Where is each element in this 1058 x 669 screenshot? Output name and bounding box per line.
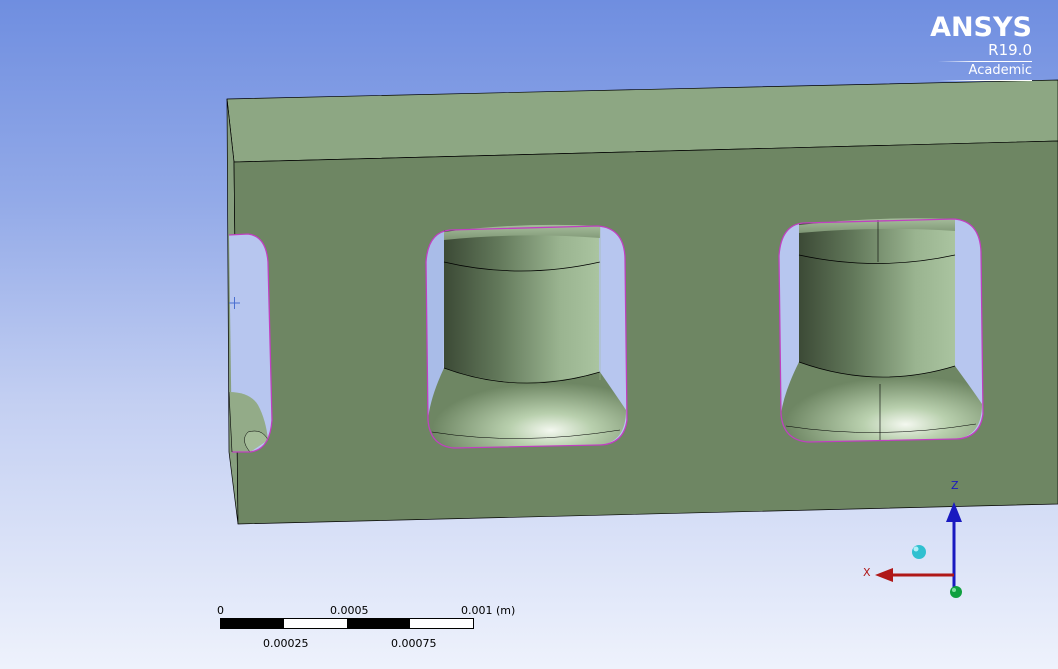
- x-axis-label: X: [863, 566, 871, 579]
- coordinate-triad[interactable]: Z X: [855, 470, 985, 610]
- scale-label-0.00075: 0.00075: [391, 637, 437, 650]
- ansys-logo: ANSYS R19.0 Academic: [920, 14, 1032, 81]
- graphics-viewport[interactable]: ANSYS R19.0 Academic 0 0.0005 0.001 (m) …: [0, 0, 1058, 669]
- left-notch[interactable]: [228, 233, 273, 453]
- scale-label-0.001: 0.001 (m): [461, 604, 516, 617]
- scale-label-0: 0: [217, 604, 224, 617]
- hole-1[interactable]: [425, 224, 628, 449]
- logo-divider: [938, 61, 1032, 62]
- logo-name: ANSYS: [930, 12, 1032, 43]
- logo-edition: Academic: [968, 63, 1032, 78]
- scale-segment: [347, 619, 410, 628]
- logo-version: R19.0: [988, 41, 1032, 59]
- scale-strip: [220, 618, 474, 629]
- logo-divider-bottom: [938, 80, 1032, 81]
- scale-segment: [284, 619, 347, 628]
- scale-segment: [221, 619, 284, 628]
- y-axis-origin[interactable]: [950, 586, 962, 598]
- z-axis-label: Z: [951, 479, 959, 492]
- scale-bar: 0 0.0005 0.001 (m) 0.00025 0.00075: [200, 600, 530, 655]
- x-axis-arrow[interactable]: [875, 568, 954, 582]
- scale-label-0.0005: 0.0005: [330, 604, 369, 617]
- scale-label-0.00025: 0.00025: [263, 637, 309, 650]
- scale-segment: [410, 619, 473, 628]
- isometric-view-ball[interactable]: [912, 545, 926, 559]
- hole-2[interactable]: [778, 218, 984, 443]
